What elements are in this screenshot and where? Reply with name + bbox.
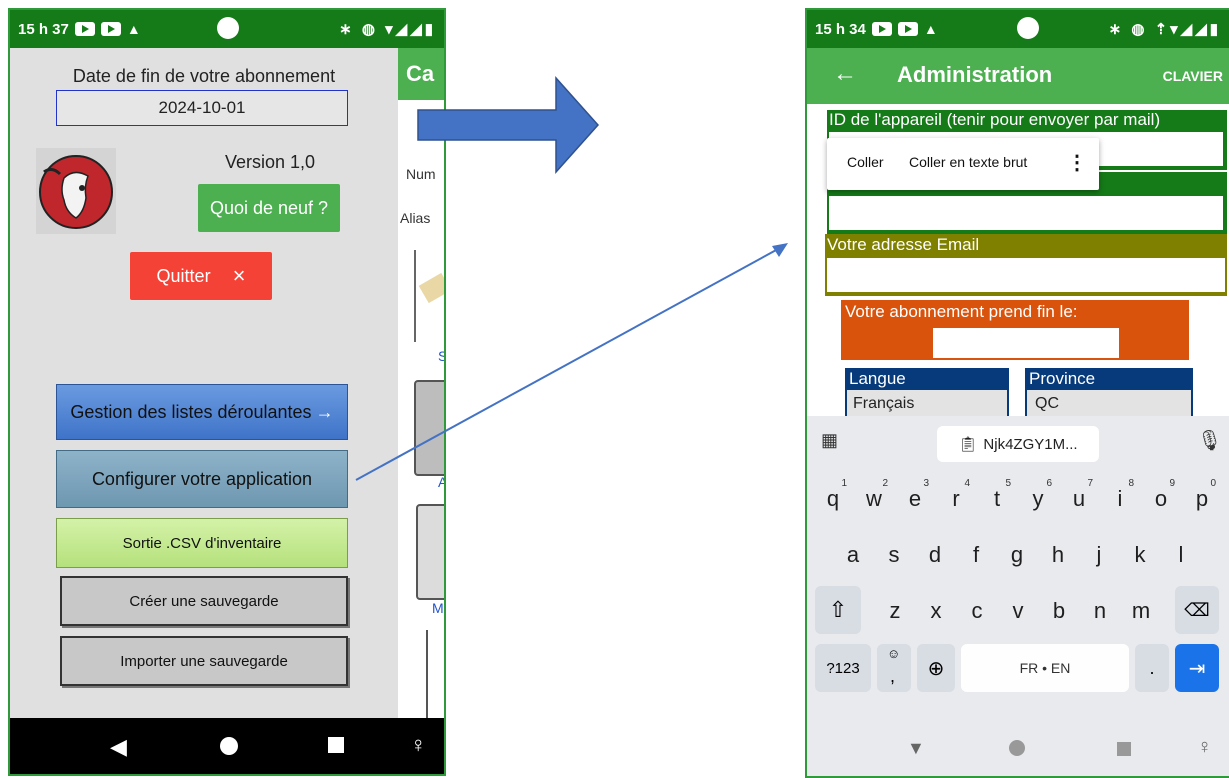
key-x[interactable]: x — [920, 586, 952, 636]
key-h[interactable]: h — [1042, 530, 1074, 580]
key-g[interactable]: g — [1001, 530, 1033, 580]
key-q[interactable]: q1 — [817, 474, 849, 524]
email-field[interactable] — [827, 258, 1225, 292]
right-phone-screen: 15 h 34 ▲ ∗ ◍ ⇡▾◢◢▮ ← Administration CLA… — [805, 8, 1229, 778]
status-time: 15 h 34 — [815, 20, 866, 38]
key-number-hint: 2 — [882, 478, 888, 489]
paste-plain-menu-item[interactable]: Coller en texte brut — [909, 154, 1027, 170]
accessibility-icon[interactable]: ♀ — [1197, 736, 1212, 759]
globe-icon[interactable]: ⊕ — [917, 644, 955, 692]
subscription-box: Votre abonnement prend fin le: — [841, 300, 1189, 360]
subscription-label: Votre abonnement prend fin le: — [845, 302, 1078, 321]
back-arrow-icon[interactable]: ← — [833, 60, 857, 88]
province-label: Province — [1029, 369, 1096, 388]
key-j[interactable]: j — [1083, 530, 1115, 580]
email-box: Votre adresse Email — [825, 234, 1227, 296]
province-box: Province QC — [1025, 368, 1193, 420]
camera-cutout — [1017, 17, 1039, 39]
subscription-date-field[interactable] — [933, 328, 1119, 358]
symbols-key[interactable]: ?123 — [815, 644, 871, 692]
key-number-hint: 6 — [1046, 478, 1052, 489]
status-icons: ∗ ◍ ⇡▾◢◢▮ — [1108, 21, 1221, 38]
key-c[interactable]: c — [961, 586, 993, 636]
key-number-hint: 4 — [964, 478, 970, 489]
key-y[interactable]: y6 — [1022, 474, 1054, 524]
big-arrow-icon — [417, 76, 600, 174]
comma-label: , — [890, 666, 896, 686]
paste-menu-item[interactable]: Coller — [847, 154, 884, 170]
soft-keyboard: ▦ 📋︎ Njk4ZGY1M... 🎙︎ q1w2e3r4t5y6u7i8o9p… — [807, 416, 1229, 776]
key-p[interactable]: p0 — [1186, 474, 1218, 524]
key-number-hint: 7 — [1087, 478, 1093, 489]
key-b[interactable]: b — [1043, 586, 1075, 636]
recents-icon[interactable] — [1117, 742, 1131, 756]
comma-key[interactable]: ☺ , — [877, 644, 911, 692]
mic-icon[interactable]: 🎙︎ — [1197, 428, 1222, 453]
key-number-hint: 0 — [1210, 478, 1216, 489]
clipboard-suggestion[interactable]: 📋︎ Njk4ZGY1M... — [937, 426, 1099, 462]
key-w[interactable]: w2 — [858, 474, 890, 524]
key-t[interactable]: t5 — [981, 474, 1013, 524]
key-number-hint: 3 — [923, 478, 929, 489]
youtube-icon — [871, 22, 892, 36]
device-id-label: ID de l'appareil (tenir pour envoyer par… — [829, 110, 1161, 129]
connector-line — [355, 248, 779, 481]
key-n[interactable]: n — [1084, 586, 1116, 636]
key-f[interactable]: f — [960, 530, 992, 580]
keyboard-button[interactable]: CLAVIER — [1163, 68, 1223, 84]
shift-key-icon[interactable]: ⇧ — [815, 586, 861, 634]
clipboard-text: Njk4ZGY1M... — [983, 435, 1078, 453]
youtube-icon — [897, 22, 918, 36]
key-e[interactable]: e3 — [899, 474, 931, 524]
key-r[interactable]: r4 — [940, 474, 972, 524]
space-key[interactable]: FR • EN — [961, 644, 1129, 692]
key-number-hint: 1 — [841, 478, 847, 489]
key-v[interactable]: v — [1002, 586, 1034, 636]
key-number-hint: 8 — [1128, 478, 1134, 489]
key-number-hint: 5 — [1005, 478, 1011, 489]
period-key[interactable]: . — [1135, 644, 1169, 692]
key-k[interactable]: k — [1124, 530, 1156, 580]
text-field[interactable] — [829, 196, 1223, 230]
more-vert-icon[interactable]: ⋮ — [1067, 150, 1087, 175]
key-i[interactable]: i8 — [1104, 474, 1136, 524]
key-u[interactable]: u7 — [1063, 474, 1095, 524]
enter-tab-key-icon[interactable]: ⇥ — [1175, 644, 1219, 692]
apps-grid-icon[interactable]: ▦ — [821, 430, 838, 451]
key-z[interactable]: z — [879, 586, 911, 636]
key-l[interactable]: l — [1165, 530, 1197, 580]
key-number-hint: 9 — [1169, 478, 1175, 489]
hide-keyboard-icon[interactable]: ▼ — [907, 738, 925, 759]
home-icon[interactable] — [1009, 740, 1025, 756]
paste-context-menu: Coller Coller en texte brut ⋮ — [827, 138, 1099, 190]
key-d[interactable]: d — [919, 530, 951, 580]
app-bar: ← Administration CLAVIER — [807, 48, 1229, 104]
key-a[interactable]: a — [837, 530, 869, 580]
key-s[interactable]: s — [878, 530, 910, 580]
emoji-icon: ☺ — [887, 646, 901, 661]
warning-icon: ▲ — [923, 21, 938, 37]
email-label: Votre adresse Email — [827, 235, 980, 254]
language-label: Langue — [849, 369, 906, 388]
key-o[interactable]: o9 — [1145, 474, 1177, 524]
backspace-key-icon[interactable]: ⌫ — [1175, 586, 1219, 634]
clipboard-icon: 📋︎ — [958, 436, 978, 453]
key-m[interactable]: m — [1125, 586, 1157, 636]
page-title: Administration — [897, 62, 1053, 87]
status-bar: 15 h 34 ▲ ∗ ◍ ⇡▾◢◢▮ — [807, 10, 1229, 48]
language-box: Langue Français — [845, 368, 1009, 420]
